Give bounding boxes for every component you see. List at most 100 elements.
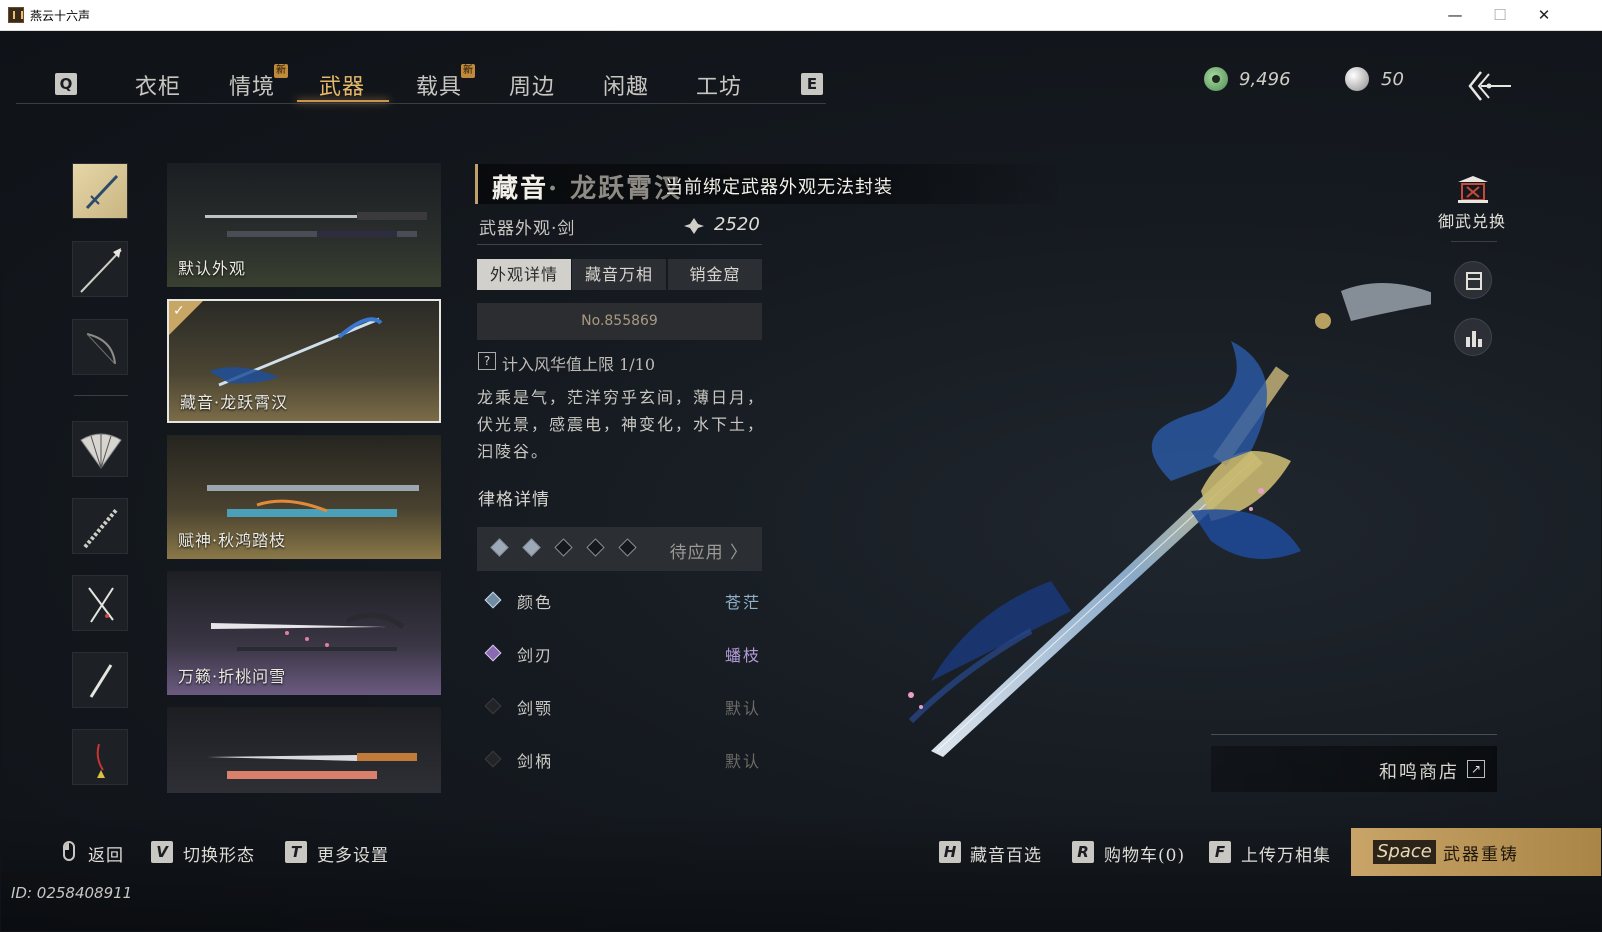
switch-form-action[interactable]: 切换形态: [183, 841, 255, 866]
space-key: Space: [1373, 840, 1436, 864]
cart-action[interactable]: 购物车(0): [1104, 841, 1185, 866]
tab-appearance-detail[interactable]: 外观详情: [477, 259, 571, 290]
cart-key[interactable]: R: [1072, 841, 1094, 863]
blade-attr-icon: [484, 644, 502, 662]
minimize-button[interactable]: —: [1432, 0, 1478, 30]
fame-limit-text: 计入风华值上限 1/10: [502, 355, 656, 374]
wardrobe-button[interactable]: [1454, 261, 1492, 299]
hexing-shop-button[interactable]: 和鸣商店 ↗: [1211, 746, 1497, 792]
new-badge: 新: [461, 64, 475, 78]
nav-divider: [16, 103, 826, 104]
pearl-currency-icon: [1345, 67, 1369, 91]
back-action[interactable]: 返回: [88, 841, 124, 866]
more-settings-action[interactable]: 更多设置: [317, 841, 389, 866]
pending-apply-button[interactable]: 待应用 〉: [670, 538, 748, 563]
tab-xiaojinku[interactable]: 销金窟: [668, 259, 762, 290]
external-arrow-icon: ↗: [1467, 760, 1485, 778]
tab-leisure[interactable]: 闲趣: [603, 69, 649, 101]
pearl-amount: 50: [1381, 69, 1404, 90]
skin-card-selected[interactable]: ✓ 藏音·龙跃霄汉: [167, 299, 441, 423]
close-button[interactable]: ✕: [1521, 0, 1567, 30]
category-fan[interactable]: [72, 421, 128, 477]
weapon-subtitle: 武器外观·剑: [479, 219, 576, 239]
game-viewport: Q 衣柜 情境 新 武器 载具 新 周边 闲趣 工坊 E 9,496 50 默认…: [1, 31, 1601, 931]
rope-dart-icon: [96, 743, 105, 778]
tab-workshop[interactable]: 工坊: [696, 69, 742, 101]
jade-amount: 9,496: [1239, 69, 1291, 90]
pick-action[interactable]: 藏音百选: [970, 841, 1042, 866]
attr-hilt-label: 剑柄: [517, 752, 554, 771]
recast-button[interactable]: Space 武器重铸: [1351, 828, 1601, 876]
attr-color-label: 颜色: [517, 593, 554, 612]
window-title: 燕云十六声: [30, 9, 91, 23]
attr-guard-value[interactable]: 默认: [725, 695, 761, 719]
attr-blade-label: 剑刃: [517, 646, 554, 665]
upload-action[interactable]: 上传万相集: [1241, 841, 1331, 866]
attr-guard-label: 剑颚: [517, 699, 554, 718]
tab-mount[interactable]: 载具: [416, 69, 462, 101]
category-rope-dart[interactable]: [72, 729, 128, 785]
shop-divider: [1211, 734, 1497, 735]
weapon-name: 藏音· 龙跃霄汉: [492, 168, 682, 205]
category-bow[interactable]: [72, 319, 128, 375]
bind-warning-toast: 当前绑定武器外观无法封装: [665, 177, 893, 198]
skin-card-default[interactable]: 默认外观: [167, 163, 441, 287]
back-arrow-icon[interactable]: [1467, 69, 1513, 103]
umbrella-icon: [83, 507, 119, 549]
slot-diamond-icon: [522, 538, 541, 557]
skin-card-label: 默认外观: [178, 259, 247, 278]
upload-key[interactable]: F: [1209, 841, 1231, 863]
slot-diamond-icon: [618, 538, 637, 557]
fan-icon: [80, 433, 122, 469]
weapon-name-main: 藏音: [492, 174, 549, 204]
category-sword[interactable]: [72, 163, 128, 219]
category-dual-blades[interactable]: [72, 575, 128, 631]
skin-card-next[interactable]: [167, 707, 441, 793]
skin-card-label: 万籁·折桃问雪: [178, 667, 287, 686]
bar-chart-icon: [1466, 331, 1482, 347]
player-uid: ID: 0258408911: [11, 884, 133, 902]
skin-card-zhetao[interactable]: 万籁·折桃问雪: [167, 571, 441, 695]
app-icon: [8, 7, 24, 23]
color-attr-icon: [484, 591, 502, 609]
tab-cangyin-wanxiang[interactable]: 藏音万相: [572, 259, 666, 290]
nav-next-key[interactable]: E: [801, 73, 823, 95]
dual-blades-icon: [88, 587, 114, 623]
pick-key[interactable]: H: [939, 841, 961, 863]
weapon-thumbnail: [207, 753, 417, 779]
guard-attr-icon: [484, 697, 502, 715]
more-settings-key[interactable]: T: [285, 841, 307, 863]
tab-peripheral[interactable]: 周边: [509, 69, 555, 101]
stats-button[interactable]: [1454, 318, 1492, 356]
weapon-exchange-icon[interactable]: [1456, 174, 1490, 204]
attr-hilt-value[interactable]: 默认: [725, 748, 761, 772]
new-badge: 新: [274, 64, 288, 78]
nav-prev-key[interactable]: Q: [55, 73, 77, 95]
tab-wardrobe[interactable]: 衣柜: [135, 69, 181, 101]
category-umbrella[interactable]: [72, 498, 128, 554]
attr-blade-value[interactable]: 蟠枝: [725, 642, 761, 666]
switch-form-key[interactable]: V: [151, 841, 173, 863]
slot-diamond-icon: [490, 538, 509, 557]
side-divider: [1451, 241, 1497, 242]
section-title: 律格详情: [478, 490, 550, 510]
skin-card-qiuhong[interactable]: 赋神·秋鸿踏枝: [167, 435, 441, 559]
attr-color-value[interactable]: 苍茫: [725, 589, 761, 613]
help-icon[interactable]: ?: [478, 352, 496, 370]
divider: [477, 244, 762, 245]
maximize-button[interactable]: ☐: [1477, 0, 1523, 30]
tab-scene[interactable]: 情境: [229, 69, 275, 101]
jade-currency-icon: [1204, 67, 1228, 91]
category-spear[interactable]: [72, 241, 128, 297]
temperament-slots-bar[interactable]: 待应用 〉: [477, 527, 762, 571]
weapon-preview-image[interactable]: [871, 251, 1431, 781]
weapon-name-rest: · 龙跃霄汉: [548, 174, 683, 204]
weapon-exchange-label[interactable]: 御武兑换: [1438, 208, 1506, 232]
skin-card-label: 赋神·秋鸿踏枝: [178, 531, 287, 550]
tab-weapon[interactable]: 武器: [319, 69, 365, 101]
category-divider: [74, 395, 128, 396]
cabinet-icon: [1466, 272, 1482, 290]
weapon-description: 龙乘是气，茫洋穷乎玄间，薄日月，伏光景，感震电，神变化，水下土，汩陵谷。: [477, 388, 766, 461]
category-long-blade[interactable]: [72, 652, 128, 708]
mouse-icon: [63, 841, 75, 861]
